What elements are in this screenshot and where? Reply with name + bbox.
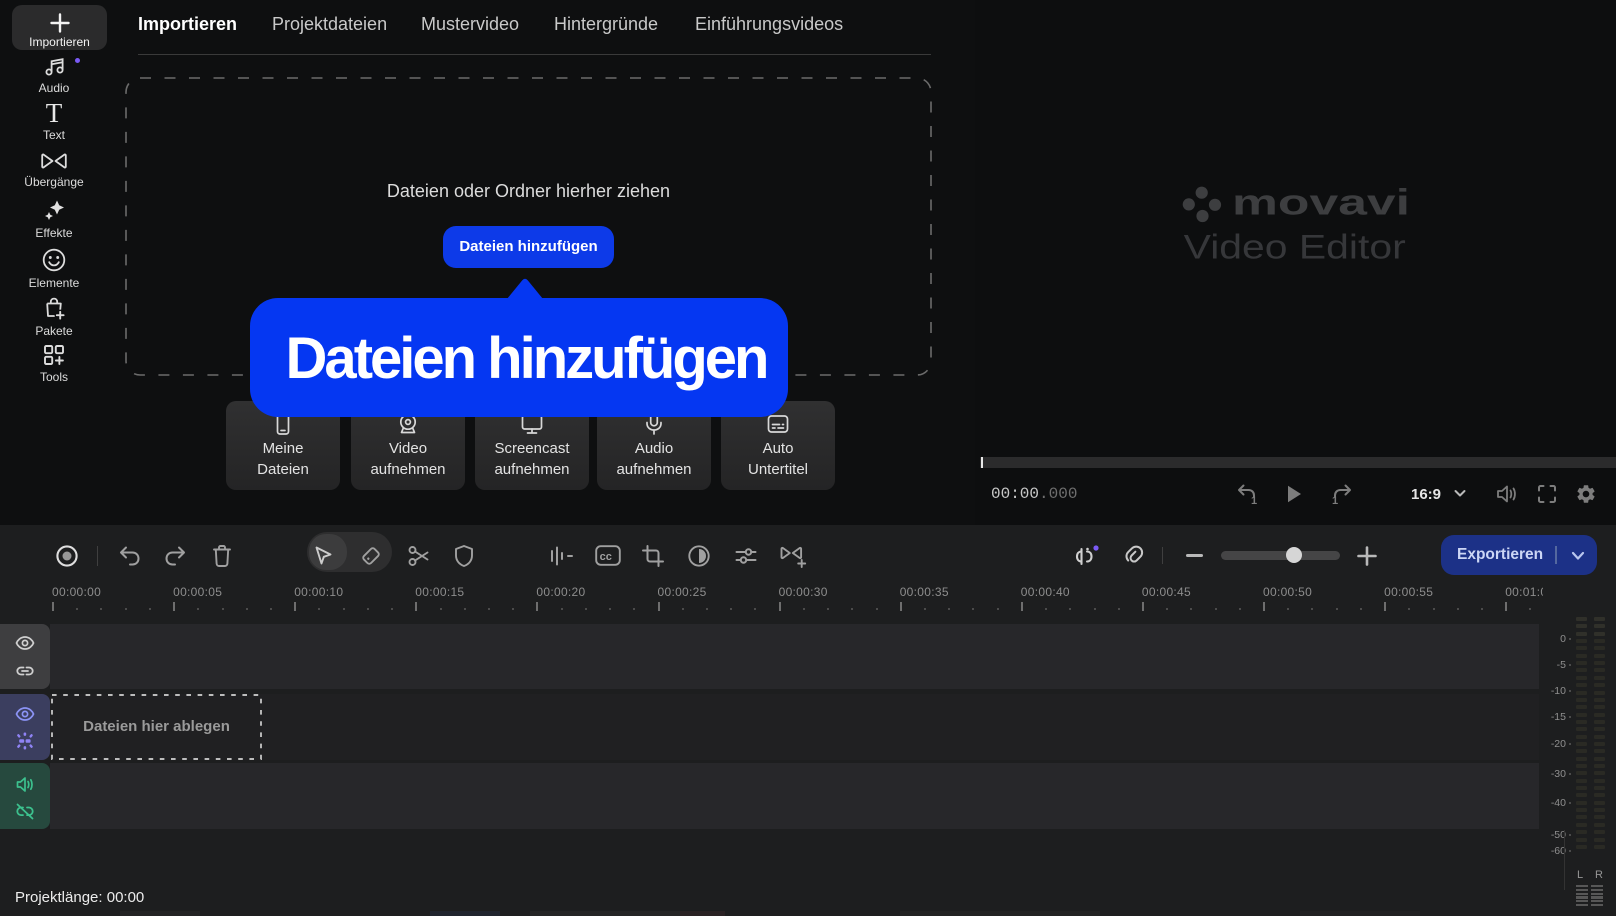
svg-text:Video Editor: Video Editor (1184, 229, 1406, 267)
svg-text:1: 1 (1332, 495, 1338, 507)
svg-text:movavi: movavi (1232, 181, 1410, 222)
svg-text:1: 1 (1251, 495, 1257, 507)
